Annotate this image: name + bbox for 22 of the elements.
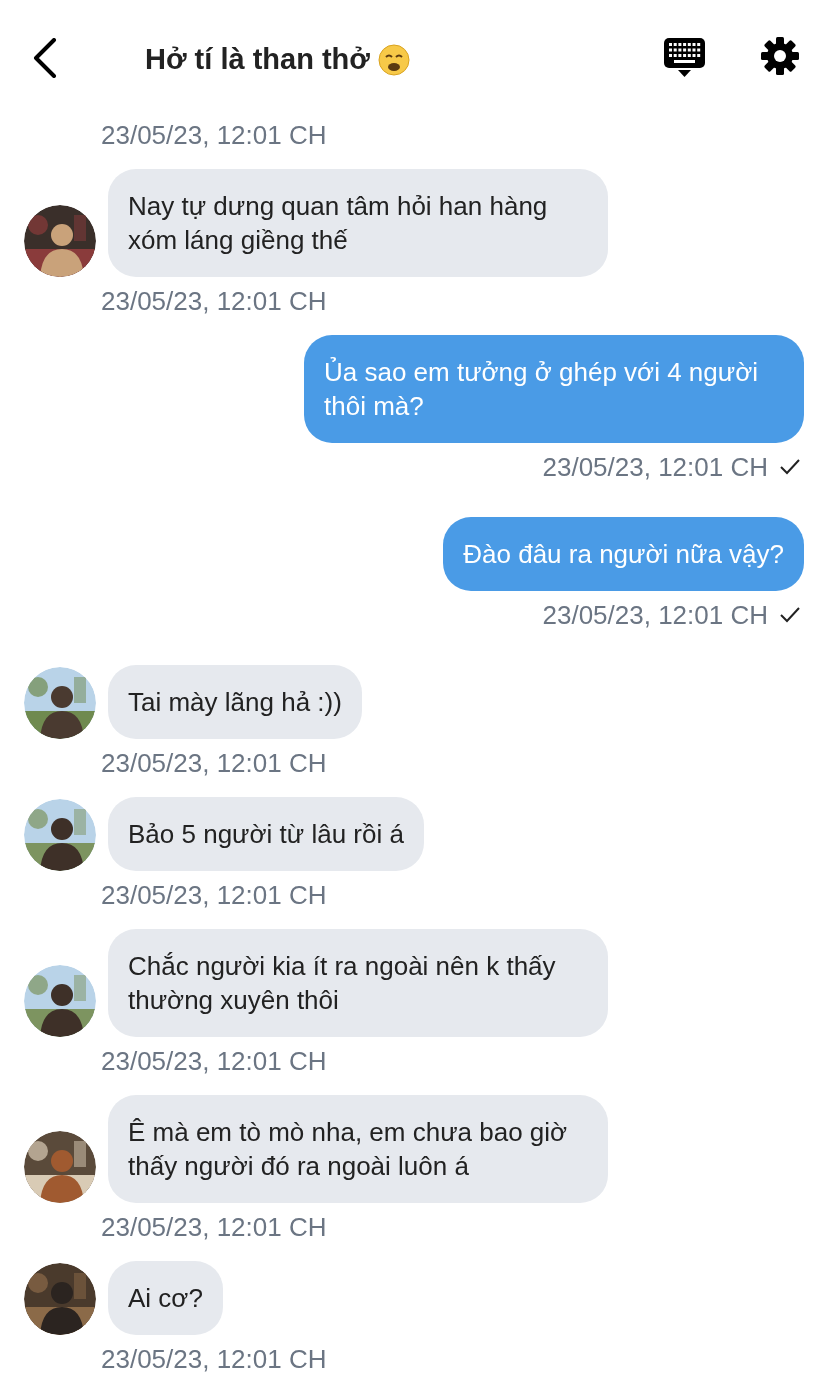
timestamp: 23/05/23, 12:01 CH xyxy=(542,451,768,483)
timestamp: 23/05/23, 12:01 CH xyxy=(101,286,327,316)
timestamp: 23/05/23, 12:01 CH xyxy=(101,880,327,910)
timestamp: 23/05/23, 12:01 CH xyxy=(542,599,768,631)
emoji-icon xyxy=(377,43,410,76)
timestamp: 23/05/23, 12:01 CH xyxy=(101,1344,327,1374)
message-bubble: Đào đâu ra người nữa vậy? xyxy=(443,517,804,591)
timestamp: 23/05/23, 12:01 CH xyxy=(101,748,327,778)
timestamp: 23/05/23, 12:01 CH xyxy=(101,1212,327,1242)
settings-icon[interactable] xyxy=(760,36,800,76)
message-bubble: Tai mày lãng hả :)) xyxy=(108,665,362,739)
back-icon[interactable] xyxy=(32,38,58,78)
timestamp: 23/05/23, 12:01 CH xyxy=(101,1046,327,1076)
keyboard-icon[interactable] xyxy=(664,38,705,78)
chat-title: Hở tí là than thở xyxy=(145,42,370,77)
message-bubble: Nay tự dưng quan tâm hỏi han hàng xóm láng giềng thế xyxy=(108,169,608,277)
message-bubble: Ủa sao em tưởng ở ghép với 4 người thôi mà? xyxy=(304,335,804,443)
message-bubble: Bảo 5 người từ lâu rồi á xyxy=(108,797,424,871)
message-bubble: Ê mà em tò mò nha, em chưa bao giờ thấy người đó ra ngoài luôn á xyxy=(108,1095,608,1203)
message-bubble: Chắc người kia ít ra ngoài nên k thấy thường xuyên thôi xyxy=(108,929,608,1037)
message-bubble: Ai cơ? xyxy=(108,1261,223,1335)
timestamp: 23/05/23, 12:01 CH xyxy=(101,120,327,150)
